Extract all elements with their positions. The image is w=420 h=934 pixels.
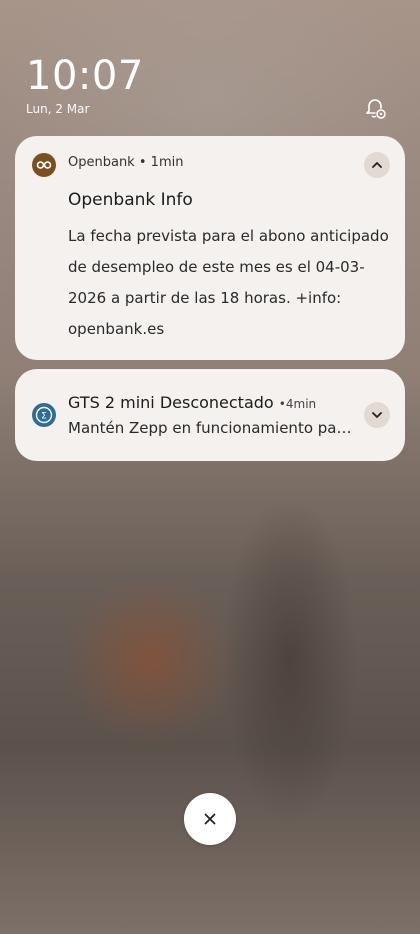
separator: • <box>278 397 286 411</box>
time-ago: 1min <box>150 155 184 170</box>
separator: • <box>138 155 147 170</box>
zepp-logo-icon: Σ <box>32 403 56 427</box>
notification-openbank[interactable]: Openbank • 1min Openbank Info La fecha p… <box>15 136 405 360</box>
clear-all-button[interactable] <box>184 793 236 845</box>
notification-header: Openbank • 1min <box>68 155 183 170</box>
notification-title: GTS 2 mini Desconectado <box>68 393 274 412</box>
close-icon <box>204 813 216 825</box>
status-area: 10:07 Lun, 2 Mar <box>26 52 144 116</box>
collapse-button[interactable] <box>364 152 390 178</box>
time-ago: 4min <box>285 397 317 411</box>
date: Lun, 2 Mar <box>26 102 90 116</box>
notification-title: Openbank Info <box>68 190 193 210</box>
notification-zepp[interactable]: Σ GTS 2 mini Desconectado •4min Mantén Z… <box>15 369 405 461</box>
openbank-logo-icon <box>32 153 56 177</box>
chevron-up-icon <box>372 162 382 168</box>
expand-button[interactable] <box>364 402 390 428</box>
notification-body: La fecha prevista para el abono anticipa… <box>68 227 389 338</box>
notification-header: GTS 2 mini Desconectado •4min <box>68 393 316 412</box>
clock: 10:07 <box>26 53 144 99</box>
notification-body: Mantén Zepp en funcionamiento para recib… <box>68 419 353 437</box>
app-name: Openbank <box>68 155 135 170</box>
notification-settings-icon[interactable] <box>362 95 388 121</box>
svg-text:Σ: Σ <box>41 412 47 422</box>
chevron-down-icon <box>372 412 382 418</box>
